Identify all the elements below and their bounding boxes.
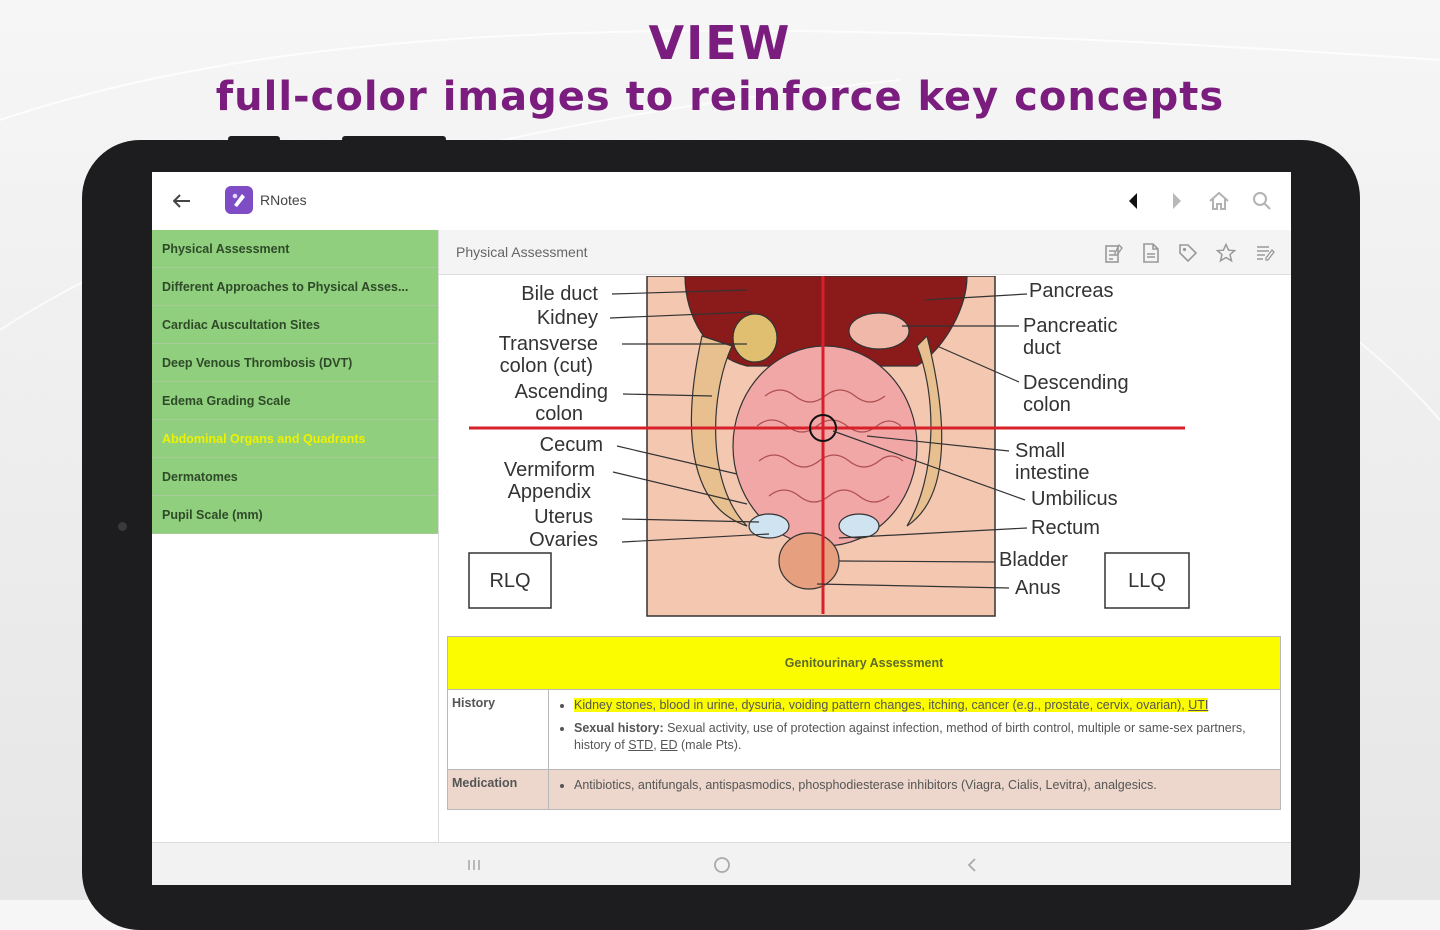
home-circle-icon[interactable] (710, 854, 734, 876)
star-icon[interactable] (1215, 242, 1237, 264)
label-bladder: Bladder (999, 549, 1068, 571)
medication-bullet: Antibiotics, antifungals, antispasmodics… (574, 777, 1271, 794)
promo-subheadline: full-color images to reinforce key conce… (215, 74, 1225, 120)
medication-cell: Antibiotics, antifungals, antispasmodics… (548, 769, 1281, 810)
caret-left-icon[interactable] (1122, 190, 1144, 212)
genitourinary-table: Genitourinary Assessment History Kidney … (447, 636, 1281, 810)
link-ed[interactable]: ED (660, 738, 677, 752)
label-umbilicus: Umbilicus (1031, 488, 1118, 510)
history-label: History (447, 689, 549, 770)
table-heading: Genitourinary Assessment (447, 636, 1281, 690)
label-appendix: Appendix (508, 481, 591, 503)
history-b2-end: (male Pts). (677, 738, 742, 752)
content-title: Physical Assessment (456, 244, 588, 260)
camera (118, 522, 127, 531)
sexual-history-label: Sexual history: (574, 721, 664, 735)
label-cecum: Cecum (540, 434, 603, 456)
sidebar-item-dvt[interactable]: Deep Venous Thrombosis (DVT) (152, 344, 438, 382)
notes-icon[interactable] (1103, 242, 1125, 264)
document-icon[interactable] (1140, 242, 1162, 264)
sidebar-item-dermatomes[interactable]: Dermatomes (152, 458, 438, 496)
tag-icon[interactable] (1177, 242, 1199, 264)
label-colon-left: colon (535, 403, 583, 425)
back-icon[interactable] (960, 854, 984, 876)
label-pancreas: Pancreas (1029, 280, 1114, 302)
abdominal-quadrants-figure: Bile duct Kidney Transverse colon (cut) … (468, 276, 1190, 617)
content-header: Physical Assessment (439, 230, 1291, 275)
label-pancreatic: Pancreatic (1023, 315, 1118, 337)
label-kidney: Kidney (537, 307, 598, 329)
arrow-left-icon[interactable] (170, 189, 194, 213)
recents-icon[interactable] (462, 854, 486, 876)
history-bullet-2: Sexual history: Sexual activity, use of … (574, 720, 1271, 754)
label-vermiform: Vermiform (504, 459, 595, 481)
history-cell: Kidney stones, blood in urine, dysuria, … (548, 689, 1281, 770)
sidebar-item-edema-grading[interactable]: Edema Grading Scale (152, 382, 438, 420)
label-uterus: Uterus (534, 506, 593, 528)
label-intestine: intestine (1015, 462, 1090, 484)
label-anus: Anus (1015, 577, 1061, 599)
history-b1-text: Kidney stones, blood in urine, dysuria, … (574, 698, 1189, 712)
table-row-medication: Medication Antibiotics, antifungals, ant… (447, 769, 1281, 810)
label-colon-cut: colon (cut) (500, 355, 593, 377)
history-bullet-1: Kidney stones, blood in urine, dysuria, … (574, 697, 1271, 714)
content-pane: Physical Assessment Bile duct Kidney Tra… (439, 230, 1291, 842)
label-transverse: Transverse (499, 333, 598, 355)
home-icon[interactable] (1207, 189, 1231, 213)
caret-right-icon[interactable] (1166, 190, 1188, 212)
list-edit-icon[interactable] (1254, 242, 1276, 264)
sidebar-item-pupil-scale[interactable]: Pupil Scale (mm) (152, 496, 438, 534)
promo-headline: VIEW (648, 16, 792, 70)
sidebar-item-abdominal-organs[interactable]: Abdominal Organs and Quadrants (152, 420, 438, 458)
label-colon-right: colon (1023, 394, 1071, 416)
app-name: RNotes (260, 192, 307, 208)
label-duct: duct (1023, 337, 1061, 359)
label-descending: Descending (1023, 372, 1129, 394)
sidebar-item-different-approaches[interactable]: Different Approaches to Physical Asses..… (152, 268, 438, 306)
app-bar: RNotes (152, 172, 1291, 231)
sidebar-item-cardiac-auscultation[interactable]: Cardiac Auscultation Sites (152, 306, 438, 344)
label-rlq: RLQ (489, 570, 530, 592)
android-nav-bar (152, 842, 1291, 885)
link-std[interactable]: STD (628, 738, 653, 752)
link-uti[interactable]: UTI (1188, 698, 1209, 712)
label-bile-duct: Bile duct (521, 283, 598, 305)
topic-sidebar: Physical Assessment Different Approaches… (152, 230, 439, 842)
medication-label: Medication (447, 769, 549, 810)
app-screen: RNotes Physical Assessment Different App… (152, 172, 1291, 885)
label-rectum: Rectum (1031, 517, 1100, 539)
sidebar-item-physical-assessment[interactable]: Physical Assessment (152, 230, 438, 268)
label-llq: LLQ (1128, 570, 1166, 592)
app-logo (225, 186, 253, 214)
label-ovaries: Ovaries (529, 529, 598, 551)
table-row-history: History Kidney stones, blood in urine, d… (447, 689, 1281, 770)
search-icon[interactable] (1250, 189, 1274, 213)
label-ascending: Ascending (515, 381, 608, 403)
label-small: Small (1015, 440, 1065, 462)
